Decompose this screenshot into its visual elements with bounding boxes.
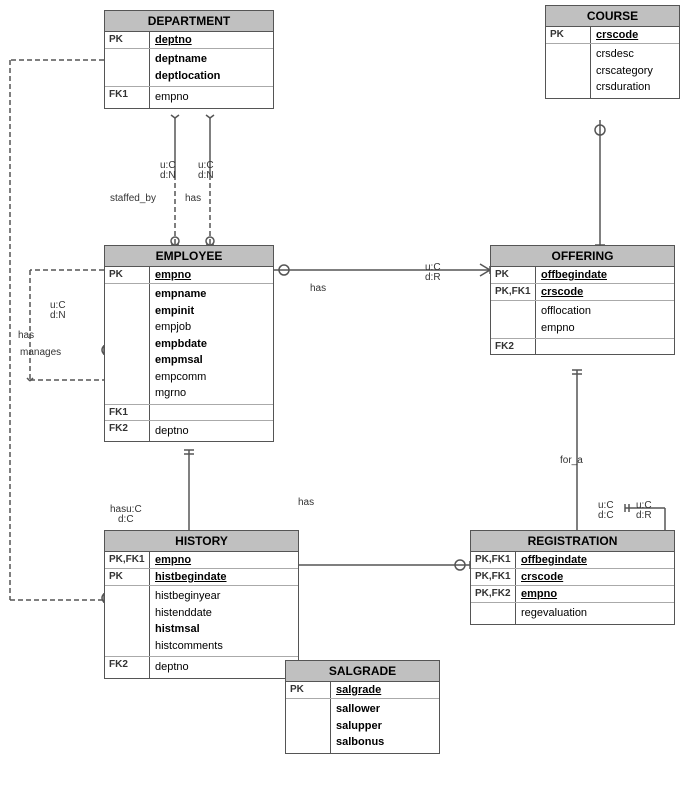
emp-attr-empmsal: empmsal: [155, 352, 207, 369]
hist-attr-empno: empno: [155, 554, 191, 566]
dept-pk-empty: [105, 49, 150, 86]
label-dr-off: d:R: [425, 272, 441, 283]
course-title: COURSE: [546, 6, 679, 27]
reg-pkfk1a: PK,FK1: [471, 552, 516, 568]
label-dc-hist: d:C: [118, 514, 134, 525]
course-attr-crsdesc: crsdesc: [596, 46, 653, 63]
emp-attr-empjob: empjob: [155, 319, 207, 336]
emp-attr-empinit: empinit: [155, 303, 207, 320]
label-has-dept-emp: has: [185, 193, 201, 204]
offering-title: OFFERING: [491, 246, 674, 267]
off-attr-offbegindate: offbegindate: [541, 269, 607, 281]
emp-attr-deptno: deptno: [155, 423, 189, 440]
history-entity: HISTORY PK,FK1 empno PK histbegindate hi…: [104, 530, 299, 679]
reg-pkfk2: PK,FK2: [471, 586, 516, 602]
offering-entity: OFFERING PK offbegindate PK,FK1 crscode …: [490, 245, 675, 355]
hist-fk2: FK2: [105, 657, 150, 678]
reg-attr-empno: empno: [521, 588, 557, 600]
registration-entity: REGISTRATION PK,FK1 offbegindate PK,FK1 …: [470, 530, 675, 625]
label-dr-reg2: d:R: [636, 510, 652, 521]
off-fk2: FK2: [491, 339, 536, 354]
hist-attr-deptno: deptno: [155, 659, 189, 676]
salgrade-entity: SALGRADE PK salgrade sallower salupper s…: [285, 660, 440, 754]
hist-pkfk1: PK,FK1: [105, 552, 150, 568]
employee-entity: EMPLOYEE PK empno empname empinit empjob…: [104, 245, 274, 442]
emp-attr-empbdate: empbdate: [155, 336, 207, 353]
sal-attr-salbonus: salbonus: [336, 734, 384, 751]
course-attr-crscategory: crscategory: [596, 63, 653, 80]
hist-attr-histbeginyear: histbeginyear: [155, 588, 223, 605]
salgrade-title: SALGRADE: [286, 661, 439, 682]
reg-attr-offbegindate: offbegindate: [521, 554, 587, 566]
dept-attr-deptno: deptno: [155, 34, 192, 46]
department-entity: DEPARTMENT PK deptno deptname deptlocati…: [104, 10, 274, 109]
off-attr-offlocation: offlocation: [541, 303, 591, 320]
course-entity: COURSE PK crscode crsdesc crscategory cr…: [545, 5, 680, 99]
off-attr-empno: empno: [541, 320, 591, 337]
hist-attr-histbegindate: histbegindate: [155, 571, 227, 583]
sal-pk1: PK: [286, 682, 331, 698]
emp-attr-empno: empno: [155, 269, 191, 281]
label-has-left: has: [18, 330, 34, 341]
history-title: HISTORY: [105, 531, 298, 552]
label-dn-dept-has: d:N: [198, 170, 214, 181]
emp-attr-mgrno: mgrno: [155, 385, 207, 402]
label-has-hist-reg: has: [298, 497, 314, 508]
hist-attr-histmsal: histmsal: [155, 621, 223, 638]
department-title: DEPARTMENT: [105, 11, 273, 32]
course-attr-crscode: crscode: [596, 29, 638, 41]
reg-pk-empty: [471, 603, 516, 624]
label-dn-manages: d:N: [50, 310, 66, 321]
label-has-emp-off: has: [310, 283, 326, 294]
reg-pkfk1b: PK,FK1: [471, 569, 516, 585]
dept-fk1: FK1: [105, 87, 150, 108]
registration-title: REGISTRATION: [471, 531, 674, 552]
label-dc-reg1: d:C: [598, 510, 614, 521]
off-attr-crscode: crscode: [541, 286, 583, 298]
off-pk-empty: [491, 301, 536, 338]
label-staffed-by: staffed_by: [110, 193, 156, 204]
erd-diagram: DEPARTMENT PK deptno deptname deptlocati…: [0, 0, 690, 803]
dept-attr-empno: empno: [155, 89, 189, 106]
course-pk1: PK: [546, 27, 591, 43]
course-pk-empty: [546, 44, 591, 98]
emp-fk2: FK2: [105, 421, 150, 442]
sal-attr-sallower: sallower: [336, 701, 384, 718]
emp-attr-empcomm: empcomm: [155, 369, 207, 386]
hist-pk2: PK: [105, 569, 150, 585]
label-fora: for_a: [560, 455, 583, 466]
sal-pk-empty: [286, 699, 331, 753]
course-attr-crsduration: crsduration: [596, 79, 653, 96]
emp-pk1: PK: [105, 267, 150, 283]
hist-attr-histcomments: histcomments: [155, 638, 223, 655]
sal-attr-salgrade: salgrade: [336, 684, 381, 696]
off-pkfk1: PK,FK1: [491, 284, 536, 300]
off-pk1: PK: [491, 267, 536, 283]
employee-title: EMPLOYEE: [105, 246, 273, 267]
dept-attr-deptname: deptname: [155, 51, 220, 68]
label-dn-dept-staffed: d:N: [160, 170, 176, 181]
emp-pk-empty: [105, 284, 150, 404]
reg-attr-regevaluation: regevaluation: [521, 605, 587, 622]
emp-attr-empname: empname: [155, 286, 207, 303]
dept-pk1: PK: [105, 32, 150, 48]
label-manages: manages: [20, 347, 61, 358]
emp-fk1: FK1: [105, 405, 150, 420]
reg-attr-crscode: crscode: [521, 571, 563, 583]
hist-attr-histenddate: histenddate: [155, 605, 223, 622]
hist-pk-empty: [105, 586, 150, 656]
sal-attr-salupper: salupper: [336, 718, 384, 735]
dept-attr-deptlocation: deptlocation: [155, 68, 220, 85]
